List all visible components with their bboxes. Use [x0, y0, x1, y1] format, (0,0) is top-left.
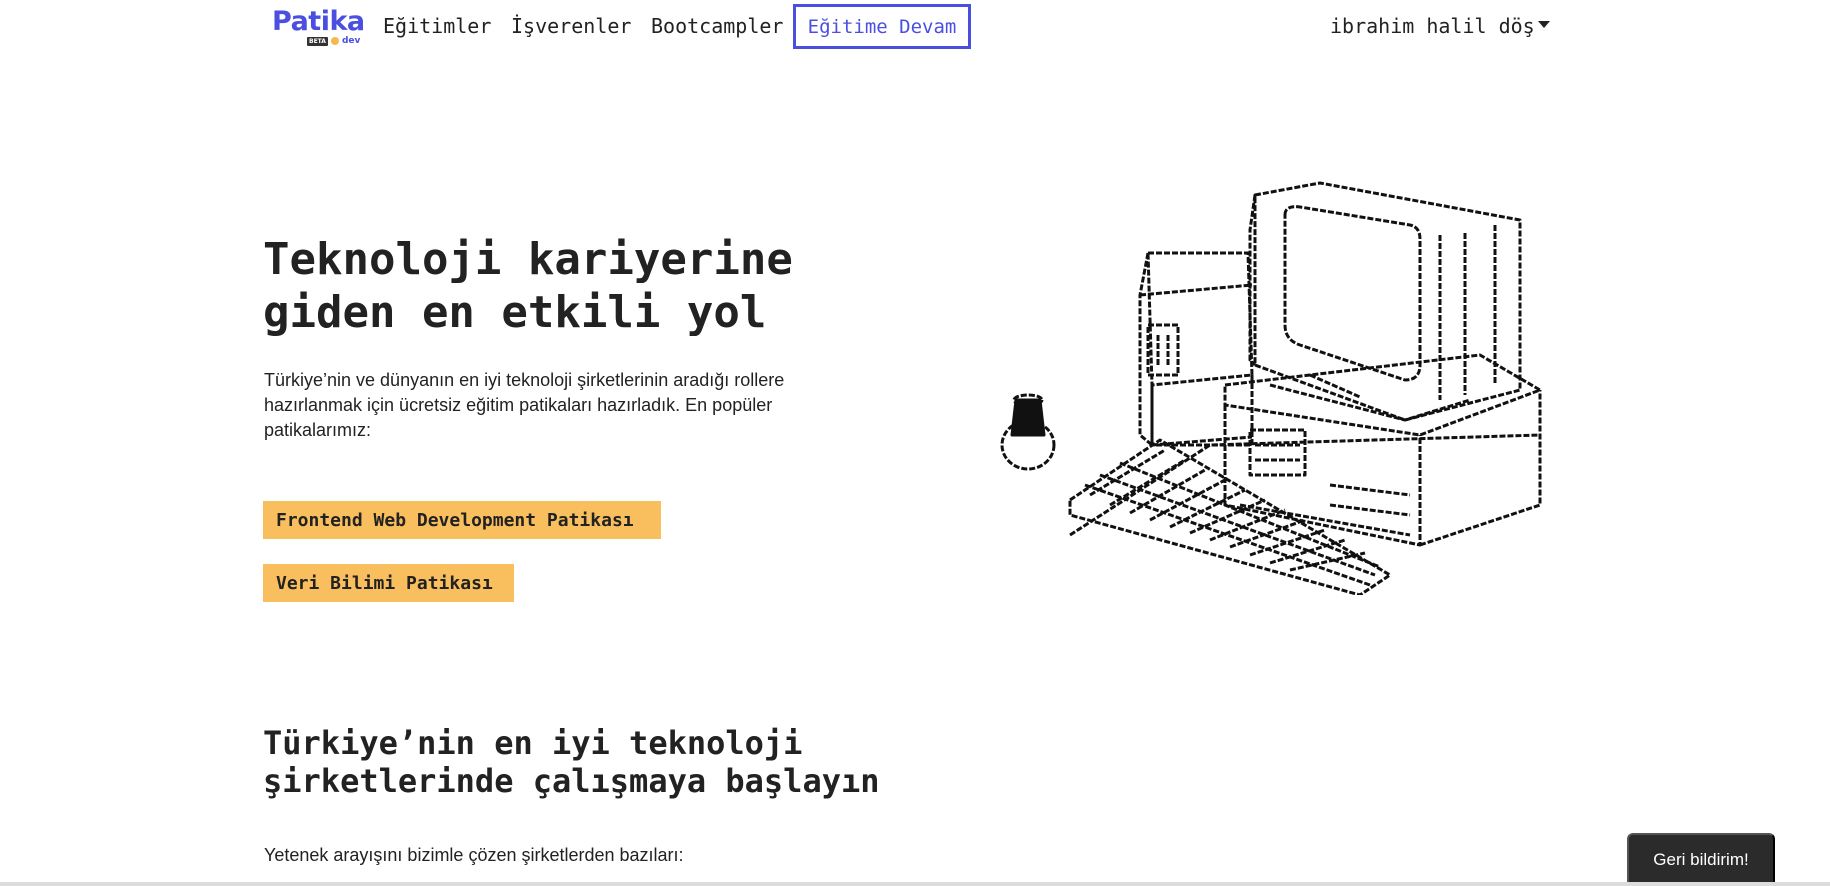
hero-description: Türkiye’nin ve dünyanın en iyi teknoloji…	[264, 370, 785, 440]
patika-logo[interactable]: Patika BETA dev	[270, 6, 365, 46]
hero-title-line1: Teknoloji kariyerine	[263, 234, 793, 285]
companies-title-line2: şirketlerinde çalışmaya başlayın	[263, 762, 880, 800]
beta-badge: BETA	[307, 36, 328, 46]
companies-section-title: Türkiye’nin en iyi teknoloji şirketlerin…	[263, 724, 963, 800]
logo-subline: BETA dev	[307, 36, 360, 46]
frontend-path-button[interactable]: Frontend Web Development Patikası	[263, 501, 661, 539]
veri-bilimi-path-button[interactable]: Veri Bilimi Patikası	[263, 564, 514, 602]
nav-link-egitimler[interactable]: Eğitimler	[383, 14, 491, 38]
navbar: Patika BETA dev Eğitimler İşverenler Boo…	[0, 0, 1830, 56]
tea-glass-icon	[1000, 393, 1056, 471]
feedback-button[interactable]: Geri bildirim!	[1627, 833, 1775, 886]
logo-text: Patika	[272, 6, 365, 37]
hero-title-line2: giden en etkili yol	[263, 287, 767, 338]
logo-dot-icon	[330, 37, 339, 45]
hero-title: Teknoloji kariyerine giden en etkili yol	[263, 233, 883, 339]
retro-computer-illustration	[1000, 181, 1542, 595]
monitor-icon	[1248, 181, 1522, 422]
companies-title-line1: Türkiye’nin en iyi teknoloji	[263, 724, 803, 762]
keyboard-icon	[1068, 438, 1392, 595]
egitime-devam-button[interactable]: Eğitime Devam	[793, 4, 971, 49]
logo-suffix: dev	[341, 36, 361, 46]
user-menu-toggle[interactable]: ibrahim halil döş	[1330, 14, 1550, 38]
user-name: ibrahim halil döş	[1330, 14, 1535, 38]
chevron-down-icon	[1537, 20, 1550, 28]
companies-description: Yetenek arayışını bizimle çözen şirketle…	[264, 845, 684, 865]
horizontal-scrollbar[interactable]	[0, 882, 1830, 886]
tower-icon	[1138, 251, 1254, 447]
nav-link-isverenler[interactable]: İşverenler	[511, 14, 631, 38]
nav-link-bootcampler[interactable]: Bootcampler	[651, 14, 783, 38]
